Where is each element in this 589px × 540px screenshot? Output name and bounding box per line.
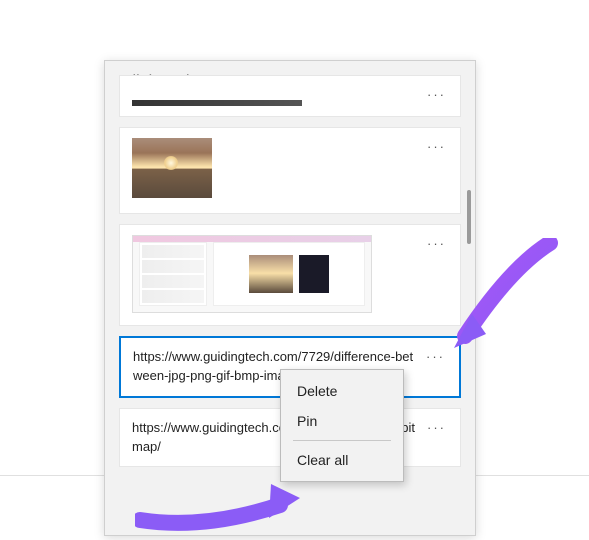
menu-separator (293, 440, 391, 441)
clipboard-item-image[interactable]: ··· (119, 127, 461, 214)
more-icon[interactable]: ··· (423, 138, 450, 155)
more-icon[interactable]: ··· (422, 348, 449, 365)
more-icon[interactable]: ··· (423, 419, 450, 436)
clipboard-item-screenshot[interactable]: ··· (119, 224, 461, 326)
menu-pin[interactable]: Pin (281, 406, 403, 436)
annotation-arrow-top (450, 238, 570, 358)
menu-delete[interactable]: Delete (281, 376, 403, 406)
thumb-partial (132, 100, 302, 106)
screenshot-thumbnail (132, 235, 372, 313)
clipboard-item-partial[interactable]: ··· (119, 75, 461, 117)
annotation-arrow-bottom (135, 470, 315, 540)
more-icon[interactable]: ··· (423, 86, 450, 103)
more-icon[interactable]: ··· (423, 235, 450, 252)
context-menu: Delete Pin Clear all (280, 369, 404, 482)
image-thumbnail-sunset (132, 138, 212, 198)
